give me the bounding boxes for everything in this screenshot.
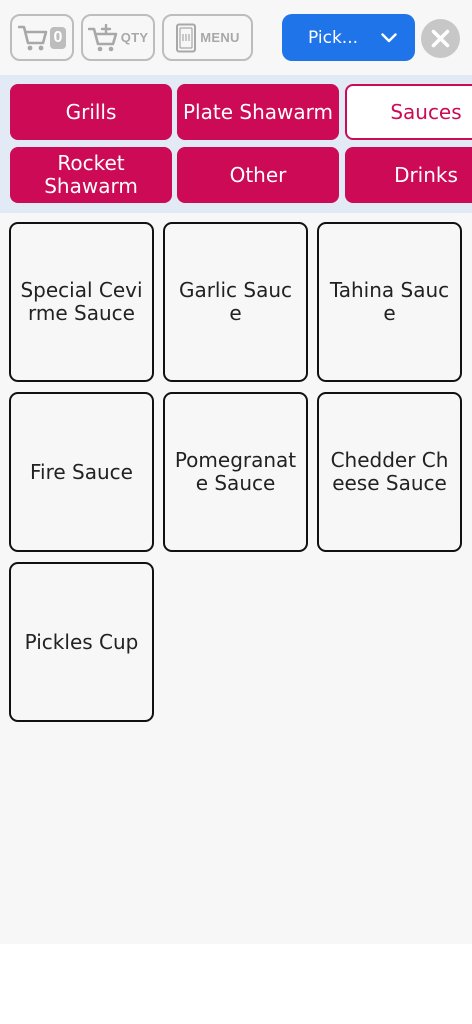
chevron-down-icon (381, 32, 397, 43)
category-plate-shawarm[interactable]: Plate Shawarm (177, 84, 339, 140)
product-grid: Special Cevirme Sauce Garlic Sauce Tahin… (0, 213, 472, 944)
product-tile[interactable]: Special Cevirme Sauce (9, 222, 154, 382)
category-sauces[interactable]: Sauces (345, 84, 472, 140)
close-button[interactable] (421, 19, 460, 58)
category-grills[interactable]: Grills (10, 84, 172, 140)
category-other[interactable]: Other (177, 147, 339, 203)
menu-label: MENU (200, 30, 240, 45)
qty-label: QTY (120, 30, 149, 45)
product-tile[interactable]: Pickles Cup (9, 562, 154, 722)
order-type-value: Pick... (308, 27, 359, 48)
menu-card-icon (175, 23, 197, 53)
add-to-cart-icon (87, 23, 118, 52)
category-rocket-shawarm[interactable]: Rocket Shawarm (10, 147, 172, 203)
cart-button[interactable]: 0 (10, 14, 74, 61)
product-tile[interactable]: Garlic Sauce (163, 222, 308, 382)
top-toolbar: 0 QTY MENU Pick... (0, 0, 472, 75)
product-tile[interactable]: Chedder Cheese Sauce (317, 392, 462, 552)
cart-icon (17, 24, 48, 52)
close-icon (431, 29, 450, 48)
category-drinks[interactable]: Drinks (345, 147, 472, 203)
product-tile[interactable]: Fire Sauce (9, 392, 154, 552)
order-type-select[interactable]: Pick... (282, 14, 415, 61)
menu-button[interactable]: MENU (162, 14, 253, 61)
product-tile[interactable]: Tahina Sauce (317, 222, 462, 382)
cart-count-badge: 0 (49, 26, 67, 49)
product-tile[interactable]: Pomegranate Sauce (163, 392, 308, 552)
quantity-button[interactable]: QTY (81, 14, 155, 61)
category-bar: Grills Plate Shawarm Sauces Rocket Shawa… (0, 75, 472, 213)
